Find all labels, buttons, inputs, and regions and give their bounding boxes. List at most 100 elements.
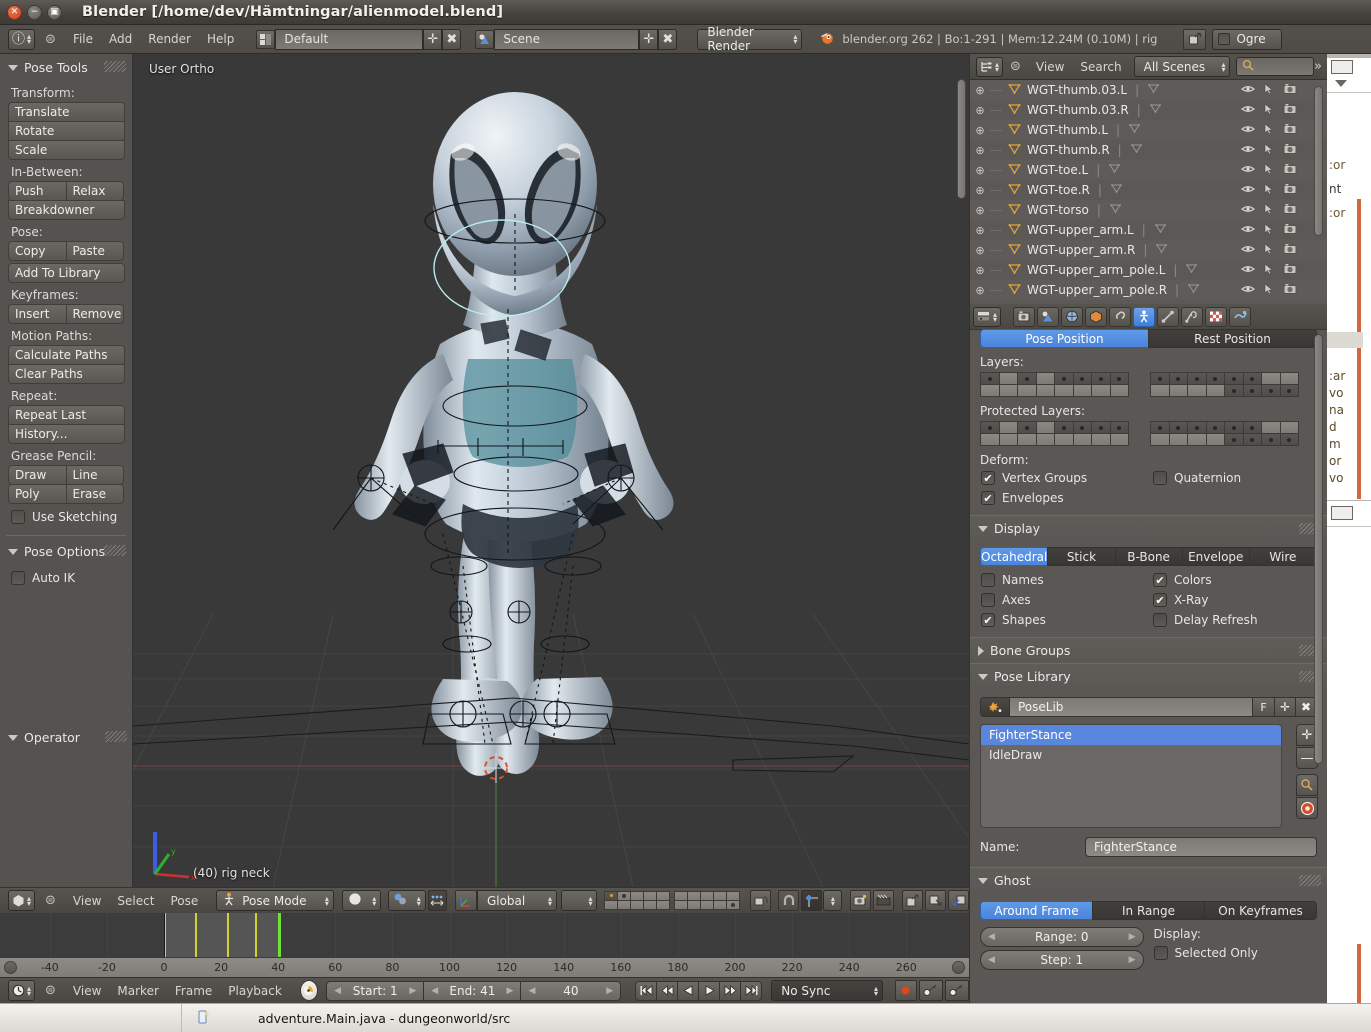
clear-paths-button[interactable]: Clear Paths <box>8 364 125 384</box>
pose-list-item[interactable]: IdleDraw <box>981 745 1281 765</box>
around-frame-button[interactable]: Around Frame <box>980 901 1093 920</box>
armature-layer-cell[interactable] <box>1261 433 1281 446</box>
cursor-arrow-icon[interactable] <box>1264 243 1274 258</box>
menu-view[interactable]: View <box>1028 58 1072 76</box>
ghost-mode-toggle[interactable]: Around Frame In Range On Keyframes <box>980 901 1317 920</box>
snap-dropdown[interactable]: ▴▾ <box>823 890 842 911</box>
armature-layer-cell[interactable] <box>999 433 1019 446</box>
insert-keyframe-button[interactable]: Insert <box>8 304 67 324</box>
vertex-groups-checkbox[interactable]: ✔ <box>981 471 995 485</box>
transform-orientation-icon[interactable] <box>455 890 477 911</box>
timeline-canvas[interactable] <box>0 913 969 957</box>
cursor-arrow-icon[interactable] <box>1264 223 1274 238</box>
armature-layer-cell[interactable] <box>1224 433 1244 446</box>
expand-toggle-icon[interactable]: ⊕ <box>970 204 990 217</box>
selected-only-row[interactable]: Selected Only <box>1154 946 1318 960</box>
section-ghost[interactable]: Ghost <box>970 867 1327 893</box>
outliner-row[interactable]: ⊕WGT-thumb.R| <box>970 140 1327 160</box>
use-sketching-checkbox[interactable] <box>11 510 25 524</box>
expand-toggle-icon[interactable]: ⊕ <box>970 124 990 137</box>
scene-icon[interactable] <box>475 30 494 49</box>
armature-data-tab-icon[interactable] <box>1133 307 1155 327</box>
3d-viewport[interactable]: x y User Ortho (40) rig neck <box>133 54 969 887</box>
mode-select[interactable]: Pose Mode ▴▾ <box>216 890 334 911</box>
armature-layer-cell[interactable] <box>1187 433 1207 446</box>
collapse-menu-icon[interactable]: ⊜ <box>1010 59 1021 74</box>
increment-icon[interactable]: ▶ <box>606 986 613 996</box>
expand-toggle-icon[interactable]: ⊕ <box>970 244 990 257</box>
shading-select[interactable]: ▴▾ <box>342 890 381 911</box>
end-frame-field[interactable]: ◀ End: 41 ▶ <box>423 981 521 1001</box>
relax-button[interactable]: Relax <box>66 181 125 201</box>
cursor-arrow-icon[interactable] <box>1264 283 1274 298</box>
minimize-icon[interactable]: − <box>27 5 42 20</box>
outliner-row[interactable]: ⊕WGT-toe.L| <box>970 160 1327 180</box>
armature-layer-cell[interactable] <box>980 433 1000 446</box>
cursor-arrow-icon[interactable] <box>1264 163 1274 178</box>
timeline-editor[interactable]: -40-200204060801001201401601802002202402… <box>0 913 969 977</box>
outliner-row[interactable]: ⊕WGT-upper_arm.L| <box>970 220 1327 240</box>
bone-display-type-toggle[interactable]: Octahedral Stick B-Bone Envelope Wire <box>980 547 1317 566</box>
menu-file[interactable]: File <box>65 30 101 48</box>
names-row[interactable]: Names <box>981 573 1153 587</box>
cursor-arrow-icon[interactable] <box>1264 123 1274 138</box>
cursor-arrow-icon[interactable] <box>1264 83 1274 98</box>
menu-select[interactable]: Select <box>109 892 162 910</box>
history-button[interactable]: History... <box>8 424 125 444</box>
camera-icon[interactable] <box>1283 103 1297 118</box>
xray-checkbox[interactable]: ✔ <box>1153 593 1167 607</box>
screen-delete-button[interactable]: ✖ <box>442 29 461 50</box>
lock-camera-icon[interactable] <box>750 890 771 911</box>
expand-toggle-icon[interactable]: ⊕ <box>970 284 990 297</box>
translate-button[interactable]: Translate <box>8 102 125 122</box>
jump-to-start-icon[interactable] <box>635 981 657 1001</box>
armature-layer-cell[interactable] <box>1017 433 1037 446</box>
paste-pose-button[interactable]: Paste <box>66 241 125 261</box>
bbone-button[interactable]: B-Bone <box>1115 547 1183 566</box>
scene-layers-grid[interactable] <box>605 892 740 910</box>
protected-layers-grid[interactable] <box>970 422 1327 446</box>
armature-layer-cell[interactable] <box>1280 433 1300 446</box>
decrement-icon[interactable]: ◀ <box>431 986 438 996</box>
outliner-editor[interactable]: ▴▾ ⊜ View Search All Scenes ▴▾ » ⊕WGT-th… <box>969 54 1327 304</box>
delay-refresh-checkbox[interactable] <box>1153 613 1167 627</box>
skeleton-position-toggle[interactable]: Pose Position Rest Position <box>980 329 1317 348</box>
eye-icon[interactable] <box>1241 283 1255 297</box>
play-reverse-icon[interactable] <box>677 981 699 1001</box>
armature-layer-cell[interactable] <box>1110 433 1130 446</box>
export-icon[interactable] <box>1183 29 1206 50</box>
viewport-scrollbar[interactable] <box>957 79 966 199</box>
outliner-editor-icon[interactable]: ▴▾ <box>976 57 1003 77</box>
pose-library-icon[interactable] <box>980 697 1010 717</box>
copy-pose-button[interactable]: Copy <box>8 241 67 261</box>
delay-refresh-row[interactable]: Delay Refresh <box>1153 613 1258 627</box>
physics-tab-icon[interactable] <box>1229 307 1251 327</box>
colors-checkbox[interactable]: ✔ <box>1153 573 1167 587</box>
armature-layers-grid[interactable] <box>970 373 1327 397</box>
properties-tabs[interactable] <box>1013 307 1251 327</box>
add-to-library-button[interactable]: Add To Library <box>8 263 125 283</box>
camera-icon[interactable] <box>1283 223 1297 238</box>
paste-flipped-icon[interactable] <box>948 890 969 911</box>
axes-row[interactable]: Axes <box>981 593 1153 607</box>
on-keyframes-button[interactable]: On Keyframes <box>1204 901 1317 920</box>
menu-search[interactable]: Search <box>1072 58 1129 76</box>
maximize-icon[interactable]: ▣ <box>47 5 62 20</box>
octahedral-button[interactable]: Octahedral <box>980 547 1048 566</box>
ghost-range-field[interactable]: ◀ Range: 0 ▶ <box>980 927 1144 947</box>
properties-editor-icon[interactable]: ▴▾ <box>973 307 1001 327</box>
ghost-step-field[interactable]: ◀ Step: 1 ▶ <box>980 950 1144 970</box>
panel-pose-tools[interactable]: Pose Tools <box>0 54 132 81</box>
object-tab-icon[interactable] <box>1085 307 1107 327</box>
browse-pose-icon[interactable] <box>1296 797 1318 819</box>
remove-keyframe-button[interactable]: Remove <box>66 304 125 324</box>
decrement-icon[interactable]: ◀ <box>988 932 995 942</box>
search-input[interactable] <box>1236 57 1314 76</box>
collapse-menu-icon[interactable]: ⊜ <box>45 32 56 47</box>
armature-layer-cell[interactable] <box>1054 384 1074 397</box>
quaternion-row[interactable]: Quaternion <box>1153 471 1241 485</box>
armature-layer-cell[interactable] <box>1187 384 1207 397</box>
background-window-strip[interactable]: :or nt :or :arvonadmorvo <box>1327 54 1371 1003</box>
repeat-last-button[interactable]: Repeat Last <box>8 405 125 425</box>
expand-toggle-icon[interactable]: ⊕ <box>970 184 990 197</box>
